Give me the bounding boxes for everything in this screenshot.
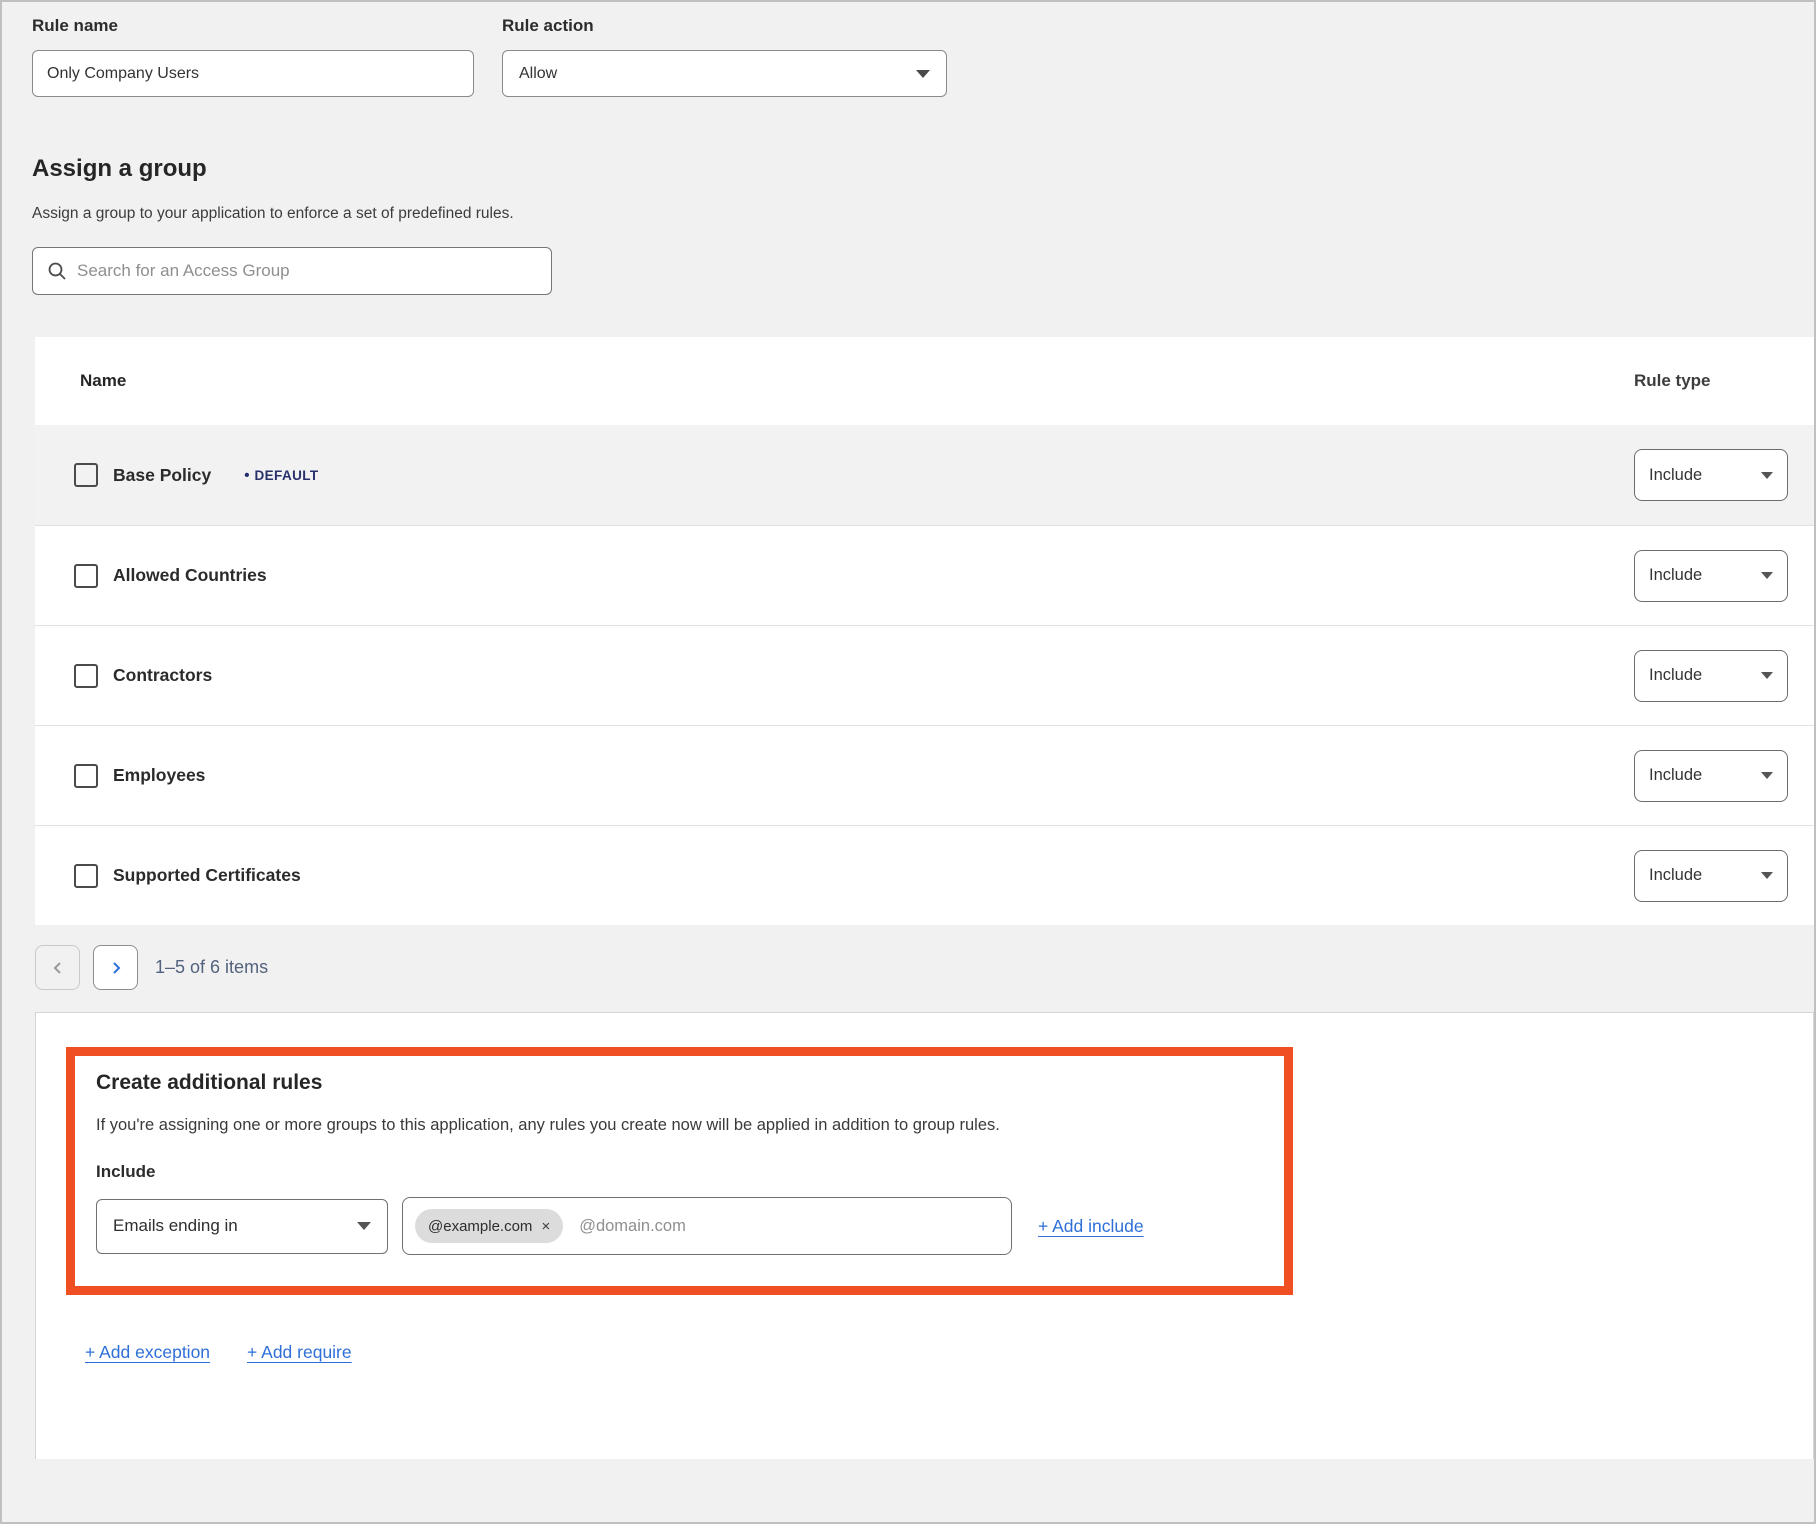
row-rule-type-cell: Include [1634,449,1814,501]
remove-tag-button[interactable]: × [541,1219,550,1234]
column-header-name: Name [35,371,1634,391]
access-group-search[interactable] [32,247,552,295]
table-row: Base Policy DEFAULT Include [35,425,1814,525]
rule-name-field-group: Rule name [32,16,474,97]
row-rule-type-cell: Include [1634,750,1814,802]
rule-type-value: Include [1649,466,1702,485]
add-require-link[interactable]: + Add require [247,1342,352,1363]
rule-type-select[interactable]: Include [1634,550,1788,602]
create-additional-rules-highlight: Create additional rules If you're assign… [66,1047,1293,1295]
chevron-left-icon [50,960,66,976]
row-name: Base Policy [113,465,211,486]
chevron-down-icon [1761,672,1773,679]
row-name-cell: Allowed Countries [35,564,1634,588]
search-input[interactable] [77,261,537,281]
rule-action-select[interactable]: Allow [502,50,947,97]
row-rule-type-cell: Include [1634,850,1814,902]
rule-type-value: Include [1649,666,1702,685]
rule-form: Rule name Rule action Allow [2,2,1814,97]
pagination-range-text: 1–5 of 6 items [155,957,268,978]
additional-rules-description: If you're assigning one or more groups t… [96,1116,1263,1135]
chevron-down-icon [1761,572,1773,579]
next-page-button[interactable] [93,945,138,990]
table-row: Employees Include [35,725,1814,825]
row-checkbox[interactable] [74,764,98,788]
footer-links: + Add exception + Add require [85,1342,1813,1363]
rule-action-field-group: Rule action Allow [502,16,947,97]
rule-type-value: Include [1649,866,1702,885]
domain-input[interactable] [579,1217,999,1236]
assign-group-description: Assign a group to your application to en… [32,205,1814,223]
row-name: Supported Certificates [113,865,301,886]
assign-group-section: Assign a group Assign a group to your ap… [2,97,1814,295]
condition-value: Emails ending in [113,1216,238,1236]
rule-action-value: Allow [519,65,557,83]
row-name: Employees [113,765,205,786]
default-badge: DEFAULT [244,467,318,484]
assign-group-heading: Assign a group [32,155,1814,183]
table-row: Supported Certificates Include [35,825,1814,925]
chevron-down-icon [357,1222,371,1230]
group-table-body: Base Policy DEFAULT Include Allowed Coun… [35,425,1814,925]
row-checkbox[interactable] [74,864,98,888]
rule-name-label: Rule name [32,16,474,36]
rule-type-select[interactable]: Include [1634,650,1788,702]
include-label: Include [96,1162,1263,1182]
table-row: Contractors Include [35,625,1814,725]
row-checkbox[interactable] [74,564,98,588]
row-checkbox[interactable] [74,664,98,688]
search-icon [47,261,67,281]
condition-select[interactable]: Emails ending in [96,1199,388,1254]
row-name-cell: Contractors [35,664,1634,688]
row-rule-type-cell: Include [1634,550,1814,602]
previous-page-button[interactable] [35,945,80,990]
row-checkbox[interactable] [74,463,98,487]
add-exception-link[interactable]: + Add exception [85,1342,210,1363]
rule-type-value: Include [1649,566,1702,585]
chevron-right-icon [108,960,124,976]
additional-rules-heading: Create additional rules [96,1071,1263,1095]
chevron-down-icon [1761,772,1773,779]
include-rule-controls: Emails ending in @example.com × + Add in… [96,1197,1263,1255]
rule-type-select[interactable]: Include [1634,750,1788,802]
email-domain-input[interactable]: @example.com × [402,1197,1012,1255]
rule-name-input[interactable] [32,50,474,97]
rule-type-select[interactable]: Include [1634,449,1788,501]
table-row: Allowed Countries Include [35,525,1814,625]
pagination: 1–5 of 6 items [35,945,1814,990]
row-name: Allowed Countries [113,565,267,586]
table-header: Name Rule type [35,337,1814,425]
chevron-down-icon [1761,872,1773,879]
rule-action-label: Rule action [502,16,947,36]
row-name-cell: Supported Certificates [35,864,1634,888]
row-name: Contractors [113,665,212,686]
chevron-down-icon [916,70,930,78]
add-include-link[interactable]: + Add include [1038,1216,1144,1237]
additional-rules-card: Create additional rules If you're assign… [35,1012,1814,1459]
rule-type-select[interactable]: Include [1634,850,1788,902]
chevron-down-icon [1761,472,1773,479]
rule-type-value: Include [1649,766,1702,785]
column-header-rule-type: Rule type [1634,371,1814,391]
email-tag: @example.com × [415,1209,563,1243]
row-name-cell: Employees [35,764,1634,788]
group-table: Name Rule type Base Policy DEFAULT Inclu… [35,337,1814,925]
row-name-cell: Base Policy DEFAULT [35,463,1634,487]
email-tag-label: @example.com [428,1218,532,1235]
row-rule-type-cell: Include [1634,650,1814,702]
